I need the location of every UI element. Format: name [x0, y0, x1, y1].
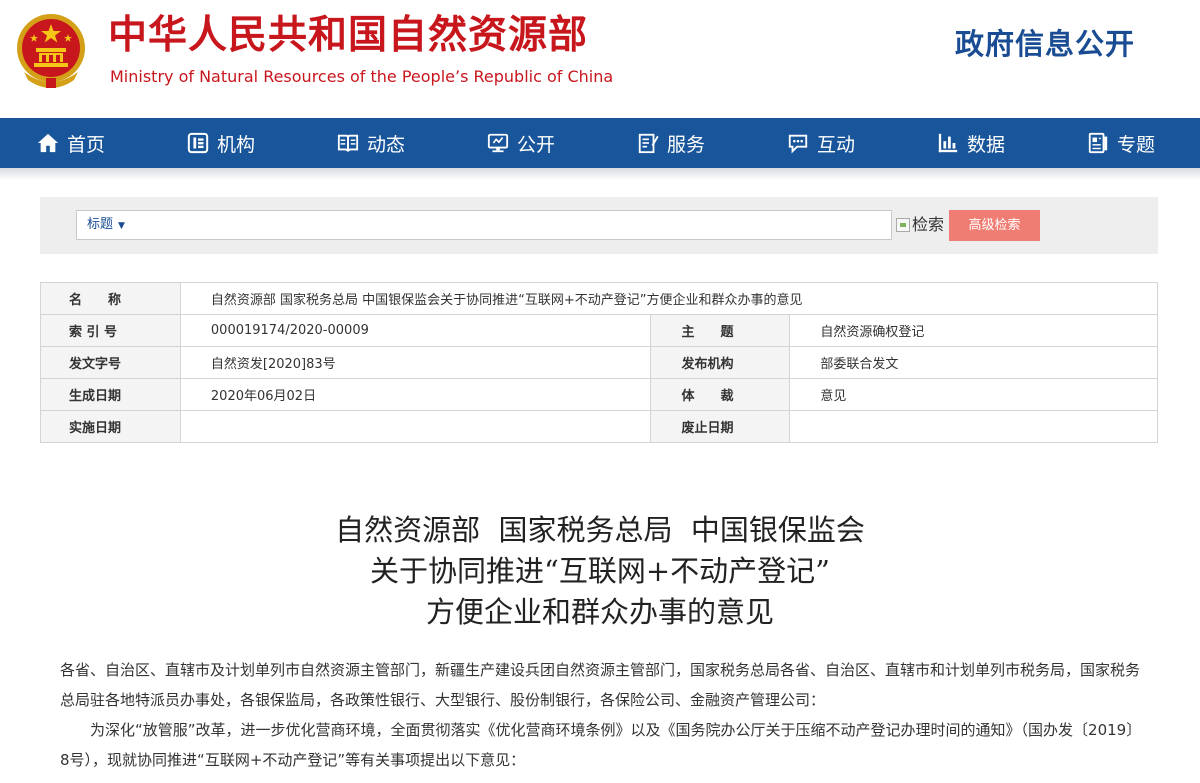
effective-date-value [179, 410, 652, 443]
home-icon [37, 133, 59, 153]
search-box: 标题 ▼ [76, 210, 892, 240]
genre-value: 意见 [789, 378, 1158, 411]
issuer-value: 部委联合发文 [789, 346, 1158, 379]
section-title[interactable]: 政府信息公开 [955, 24, 1135, 64]
index-label: 索 引 号 [40, 314, 181, 347]
nav-item-org[interactable]: 机构 [187, 118, 255, 168]
nav-item-label: 首页 [67, 133, 106, 156]
site-name-en[interactable]: Ministry of Natural Resources of the Peo… [110, 66, 613, 88]
abolished-date-value [789, 410, 1158, 443]
nav-item-label: 专题 [1117, 133, 1156, 156]
caret-down-icon: ▼ [118, 221, 125, 231]
nav-item-label: 互动 [817, 133, 856, 156]
nav-item-open[interactable]: 公开 [487, 118, 555, 168]
edit-doc-icon [638, 133, 659, 154]
site-header: 中华人民共和国自然资源部 Ministry of Natural Resourc… [0, 0, 1200, 118]
created-date-label: 生成日期 [40, 378, 181, 411]
table-row: 发文字号 自然资发[2020]83号 发布机构 部委联合发文 [40, 346, 1158, 379]
search-panel: 标题 ▼ 检索 高级检索 [40, 197, 1158, 254]
table-row: 名 称 自然资源部 国家税务总局 中国银保监会关于协同推进“互联网+不动产登记”… [40, 282, 1159, 315]
nav-item-news[interactable]: 动态 [337, 118, 405, 168]
abolished-date-label: 废止日期 [650, 410, 791, 443]
article-title: 自然资源部 国家税务总局 中国银保监会 关于协同推进“互联网+不动产登记” 方便… [0, 510, 1200, 633]
national-emblem-icon[interactable] [12, 10, 90, 90]
search-button[interactable]: 检索 [896, 213, 944, 237]
nav-item-topic[interactable]: 专题 [1087, 118, 1155, 168]
genre-label: 体 裁 [650, 378, 791, 411]
effective-date-label: 实施日期 [40, 410, 181, 443]
search-field-select[interactable]: 标题 ▼ [87, 211, 125, 239]
addressees-paragraph: 各省、自治区、直辖市及计划单列市自然资源主管部门，新疆生产建设兵团自然资源主管部… [60, 661, 1141, 709]
document-info-table: 名 称 自然资源部 国家税务总局 中国银保监会关于协同推进“互联网+不动产登记”… [40, 282, 1159, 443]
name-value: 自然资源部 国家税务总局 中国银保监会关于协同推进“互联网+不动产登记”方便企业… [179, 282, 1159, 315]
nav-item-label: 数据 [967, 133, 1006, 156]
name-label: 名 称 [40, 282, 181, 315]
site-name-cn[interactable]: 中华人民共和国自然资源部 [108, 10, 588, 62]
nav-item-home[interactable]: 首页 [37, 118, 105, 168]
nav-item-label: 公开 [517, 133, 556, 156]
nav-item-service[interactable]: 服务 [637, 118, 705, 168]
subject-label: 主 题 [650, 314, 791, 347]
created-date-value: 2020年06月02日 [179, 378, 652, 411]
subject-value: 自然资源确权登记 [789, 314, 1158, 347]
nav-item-label: 服务 [667, 133, 706, 156]
search-input[interactable] [159, 211, 883, 239]
main-nav: 首页 机构 动态 公开 服务 互动 数据 专题 [0, 118, 1200, 168]
doc-no-value: 自然资发[2020]83号 [179, 346, 652, 379]
table-row: 生成日期 2020年06月02日 体 裁 意见 [40, 378, 1158, 411]
article-title-line: 自然资源部 国家税务总局 中国银保监会 [335, 513, 865, 547]
nav-shadow [0, 168, 1200, 180]
book-icon [337, 134, 359, 152]
search-field-label: 标题 [87, 217, 114, 232]
chat-icon [788, 134, 808, 154]
article-body: 各省、自治区、直辖市及计划单列市自然资源主管部门，新疆生产建设兵团自然资源主管部… [60, 655, 1140, 775]
doc-no-label: 发文字号 [40, 346, 181, 379]
monitor-icon [487, 133, 509, 153]
index-value: 000019174/2020-00009 [179, 314, 652, 347]
issuer-label: 发布机构 [650, 346, 791, 379]
search-button-label: 检索 [912, 215, 945, 234]
org-icon [187, 132, 209, 154]
bar-chart-icon [938, 133, 958, 153]
article-title-line: 方便企业和群众办事的意见 [425, 595, 774, 629]
table-row: 索 引 号 000019174/2020-00009 主 题 自然资源确权登记 [40, 314, 1158, 347]
nav-item-label: 动态 [367, 133, 406, 156]
body-paragraph: 为深化“放管服”改革，进一步优化营商环境，全面贯彻落实《优化营商环境条例》以及《… [60, 721, 1134, 769]
nav-item-data[interactable]: 数据 [937, 118, 1005, 168]
topic-icon [1088, 132, 1108, 154]
nav-item-label: 机构 [217, 133, 256, 156]
advanced-search-button[interactable]: 高级检索 [949, 210, 1040, 241]
article-title-line: 关于协同推进“互联网+不动产登记” [370, 554, 830, 588]
table-row: 实施日期 废止日期 [40, 410, 1158, 443]
nav-item-interact[interactable]: 互动 [787, 118, 855, 168]
broken-image-icon [896, 218, 910, 232]
